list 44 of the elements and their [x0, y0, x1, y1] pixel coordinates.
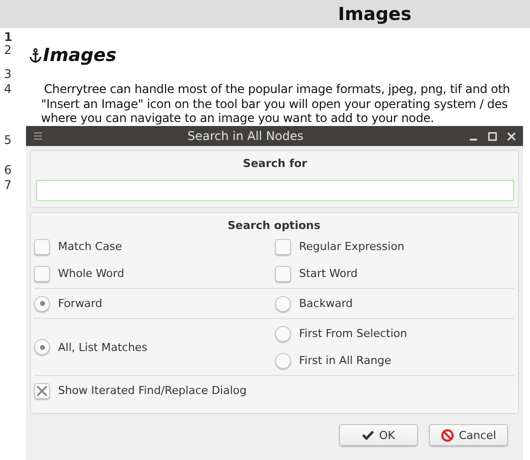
option-label: Whole Word: [58, 267, 124, 280]
checkmark-icon: [362, 430, 374, 440]
option-label: All, List Matches: [58, 340, 148, 354]
panel-label: Search for: [242, 157, 308, 170]
checkbox[interactable]: [34, 266, 50, 282]
option-label: Show Iterated Find/Replace Dialog: [58, 384, 247, 397]
radio-button[interactable]: [275, 326, 291, 342]
ok-button[interactable]: OK: [339, 424, 418, 446]
checkbox[interactable]: [275, 266, 291, 282]
option-label: First in All Range: [299, 354, 392, 367]
radio-button[interactable]: [275, 352, 291, 368]
option-label: Backward: [299, 297, 353, 310]
paragraph-line: where you can navigate to an image you want to add to your node.: [40, 111, 436, 126]
line-number: 5: [3, 132, 13, 148]
line-number: 1: [3, 30, 14, 45]
radio-button[interactable]: [34, 339, 50, 355]
option-label: Forward: [58, 297, 102, 310]
radio-button[interactable]: [34, 296, 50, 312]
checkbox[interactable]: [34, 238, 50, 254]
line-number: 6: [3, 162, 13, 178]
line-number: 7: [3, 178, 13, 192]
option-label: Match Case: [58, 240, 122, 253]
line-number: 3: [3, 67, 13, 82]
checkbox[interactable]: [275, 238, 291, 254]
cancel-icon: [440, 428, 454, 442]
paragraph-line: "Insert an Image" icon on the tool bar you will open your operating system / des: [40, 96, 509, 111]
panel-label: Search options: [228, 219, 320, 232]
line-number: 2: [3, 43, 13, 59]
option-label: Start Word: [299, 267, 358, 280]
dialog-title: Search in All Nodes: [186, 129, 305, 143]
maximize-icon[interactable]: [488, 132, 497, 140]
anchor-icon: [29, 48, 42, 62]
option-label: First From Selection: [299, 327, 408, 340]
checkbox[interactable]: [34, 382, 50, 398]
menu-icon[interactable]: [34, 132, 42, 140]
line-number: 4: [3, 82, 13, 98]
option-label: Regular Expression: [299, 240, 404, 253]
close-icon[interactable]: [507, 132, 516, 140]
node-title: Images: [338, 4, 412, 24]
paragraph-line: Cherrytree can handle most of the popular image formats, jpeg, png, tif and oth: [43, 82, 511, 96]
radio-button[interactable]: [275, 296, 291, 312]
search-input-field[interactable]: [36, 180, 514, 201]
heading-text: Images: [43, 44, 116, 66]
cancel-button[interactable]: Cancel: [429, 424, 508, 446]
